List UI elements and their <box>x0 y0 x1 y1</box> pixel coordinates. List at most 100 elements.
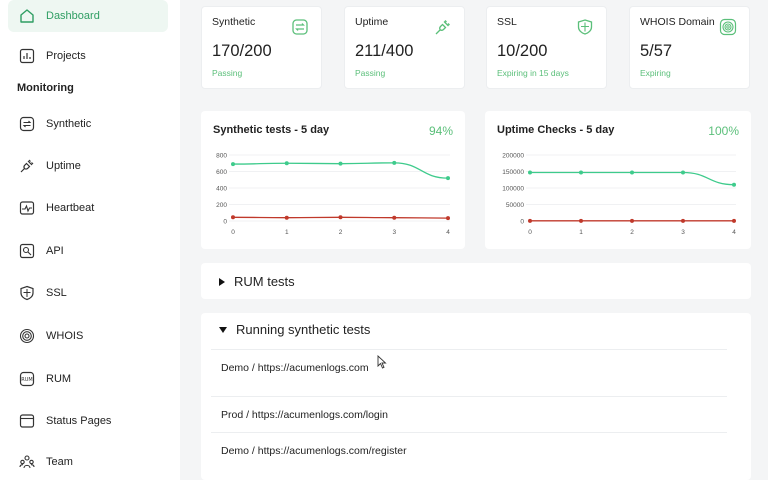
sidebar-item-label: Status Pages <box>46 415 112 427</box>
synthetic-icon <box>292 19 308 35</box>
x-tick-label: 1 <box>285 229 289 236</box>
y-tick-label: 600 <box>216 169 227 176</box>
globe-icon <box>719 18 737 36</box>
sidebar-item-dashboard[interactable]: Dashboard <box>8 0 168 32</box>
api-icon <box>18 242 36 260</box>
section-title: RUM tests <box>234 274 295 289</box>
stat-status: Expiring in 15 days <box>497 68 569 78</box>
test-row[interactable]: Prod / https://acumenlogs.com/login <box>211 396 727 432</box>
data-point <box>392 215 397 220</box>
rum-tests-toggle[interactable]: RUM tests <box>219 274 295 289</box>
stat-value: 5/57 <box>640 42 673 60</box>
mouse-cursor-icon <box>377 355 387 369</box>
stat-title: Uptime <box>355 16 389 28</box>
sidebar-item-label: Synthetic <box>46 118 92 130</box>
sidebar-item-label: Uptime <box>46 160 81 172</box>
sidebar-item-label: Team <box>46 456 73 468</box>
x-tick-label: 1 <box>579 229 583 236</box>
test-row[interactable]: Demo / https://acumenlogs.com/register <box>211 432 727 468</box>
y-tick-label: 50000 <box>506 202 524 209</box>
rum-tests-section[interactable]: RUM tests <box>201 263 751 299</box>
data-point <box>579 218 583 223</box>
stat-value: 10/200 <box>497 42 548 60</box>
synthetic-chart: 0 200 400 600 800 0 1 2 3 4 <box>216 153 450 237</box>
y-tick-label: 100000 <box>502 186 524 193</box>
data-point <box>338 161 343 166</box>
status-pages-icon <box>18 412 36 430</box>
x-tick-label: 0 <box>528 229 532 236</box>
stat-value: 170/200 <box>212 42 272 60</box>
sidebar-item-label: Projects <box>46 50 86 62</box>
sidebar-item-rum[interactable]: RUM RUM <box>8 363 168 395</box>
data-point <box>446 176 450 181</box>
stat-value: 211/400 <box>355 42 414 60</box>
data-point <box>528 170 532 175</box>
y-tick-label: 200000 <box>502 153 524 160</box>
sidebar-item-label: WHOIS <box>46 330 84 342</box>
sidebar-item-projects[interactable]: Projects <box>8 40 168 72</box>
data-point <box>338 215 343 220</box>
plug-icon <box>435 20 450 35</box>
globe-icon <box>18 327 36 345</box>
sidebar-item-whois[interactable]: WHOIS <box>8 320 168 352</box>
x-tick-label: 3 <box>681 229 685 236</box>
test-row[interactable]: Demo / https://acumenlogs.com <box>211 349 727 385</box>
stat-card-synthetic[interactable]: Synthetic 170/200 Passing <box>201 6 322 89</box>
x-tick-label: 4 <box>732 229 736 236</box>
sidebar-item-uptime[interactable]: Uptime <box>8 150 168 182</box>
data-point <box>528 218 532 223</box>
data-point <box>284 161 289 166</box>
data-point <box>681 218 685 223</box>
data-point <box>732 182 736 187</box>
sidebar-item-synthetic[interactable]: Synthetic <box>8 108 168 140</box>
running-tests-toggle[interactable]: Running synthetic tests <box>219 322 370 337</box>
data-point <box>446 216 450 221</box>
sidebar-item-label: RUM <box>46 373 72 385</box>
caret-down-icon <box>219 326 227 333</box>
data-point <box>579 170 583 175</box>
svg-text:RUM: RUM <box>21 377 32 383</box>
sidebar-section-monitoring: Monitoring <box>17 82 74 94</box>
x-tick-label: 3 <box>392 229 396 236</box>
data-point <box>732 218 736 223</box>
chart-card-uptime: Uptime Checks - 5 day 100% 0 50000 100000 1… <box>485 111 751 249</box>
data-point <box>284 215 289 220</box>
x-tick-label: 2 <box>339 229 343 236</box>
data-point <box>630 170 634 175</box>
stat-title: WHOIS Domain <box>640 16 715 28</box>
data-point <box>231 162 235 167</box>
data-point <box>681 170 685 175</box>
chart-icon <box>18 47 36 65</box>
sidebar-item-team[interactable]: Team <box>8 446 168 478</box>
home-icon <box>18 7 36 25</box>
data-point <box>630 218 634 223</box>
test-name: Demo / https://acumenlogs.com <box>221 361 369 374</box>
y-tick-label: 0 <box>520 219 524 226</box>
y-tick-label: 200 <box>216 202 227 209</box>
data-point <box>392 160 397 165</box>
stat-card-uptime[interactable]: Uptime 211/400 Passing <box>344 6 465 89</box>
x-tick-label: 4 <box>446 229 450 236</box>
y-tick-label: 0 <box>223 219 227 226</box>
sidebar-item-label: Dashboard <box>46 10 100 22</box>
stat-title: SSL <box>497 16 517 28</box>
caret-right-icon <box>219 277 225 286</box>
rum-icon: RUM <box>18 370 36 388</box>
section-title: Running synthetic tests <box>236 322 371 337</box>
uptime-chart: 0 50000 100000 150000 200000 0 1 2 3 4 <box>502 153 736 237</box>
stat-title: Synthetic <box>212 16 256 28</box>
sidebar-item-api[interactable]: API <box>8 235 168 267</box>
sidebar-item-label: API <box>46 245 64 257</box>
stat-status: Passing <box>355 68 386 78</box>
shield-icon <box>18 284 36 302</box>
stat-card-whois[interactable]: WHOIS Domain 5/57 Expiring <box>629 6 750 89</box>
team-icon <box>18 453 36 471</box>
x-tick-label: 0 <box>231 229 235 236</box>
sidebar-item-heartbeat[interactable]: Heartbeat <box>8 192 168 224</box>
stat-status: Expiring <box>640 68 671 78</box>
stat-card-ssl[interactable]: SSL 10/200 Expiring in 15 days <box>486 6 607 89</box>
sidebar-item-status-pages[interactable]: Status Pages <box>8 405 168 437</box>
chart-card-synthetic: Synthetic tests - 5 day 94% 0 200 400 600 80… <box>201 111 465 249</box>
sidebar-item-label: SSL <box>46 287 67 299</box>
sidebar-item-ssl[interactable]: SSL <box>8 277 168 309</box>
